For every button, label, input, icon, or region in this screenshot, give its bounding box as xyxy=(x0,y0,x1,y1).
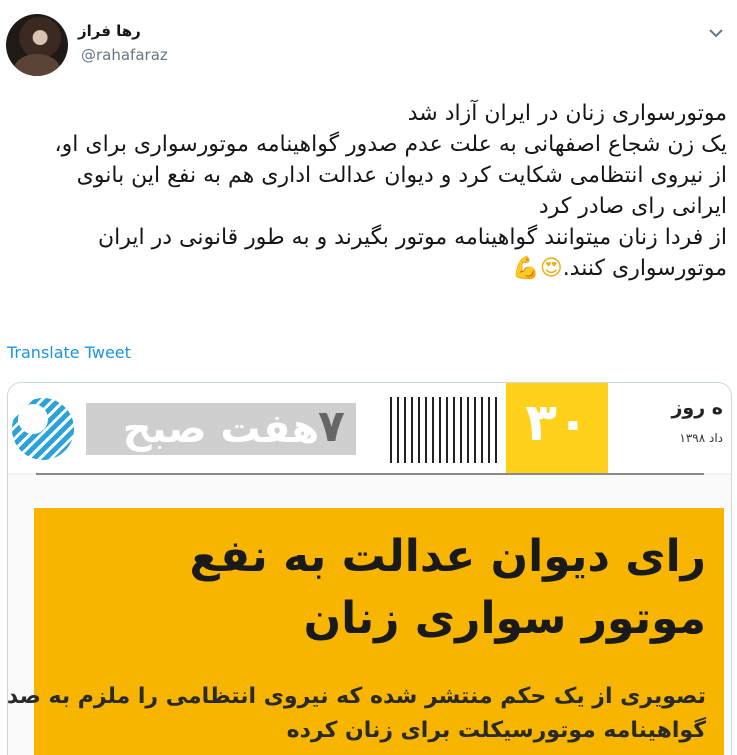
newspaper-logo-icon xyxy=(12,398,74,460)
newspaper-masthead: هفت صبح ۷ ۳۰ ه روز داد ۱۳۹۸ xyxy=(8,383,731,473)
headline-line: رای دیوان عدالت به نفع xyxy=(189,531,706,582)
newspaper-date: داد ۱۳۹۸ xyxy=(679,431,723,445)
tweet-text: موتورسواری زنان در ایران آزاد شد یک زن ش… xyxy=(7,98,727,284)
headline: رای دیوان عدالت به نفع موتور سواری زنان xyxy=(46,526,706,650)
newspaper-date-day: ه روز xyxy=(671,397,723,419)
subheadline-line: گواهینامه موتورسیکلت برای زنان کرده xyxy=(286,718,706,743)
masthead-yellow-number: ۳۰ xyxy=(525,393,589,453)
tweet-line: از نیروی انتظامی شکایت کرد و دیوان عدالت… xyxy=(76,163,727,188)
newspaper-number: ۷ xyxy=(318,401,345,452)
avatar-figure xyxy=(14,54,60,76)
headline-box: رای دیوان عدالت به نفع موتور سواری زنان … xyxy=(7,508,724,755)
tweet-line: ایرانی رای صادر کرد xyxy=(538,194,727,219)
avatar[interactable] xyxy=(6,14,68,76)
subheadline-line: تصویری از یک حکم منتشر شده که نیروی انتظ… xyxy=(7,684,706,709)
tweet-last-line: موتورسواری کنند.😍💪 xyxy=(7,253,727,284)
subheadline: تصویری از یک حکم منتشر شده که نیروی انتظ… xyxy=(7,680,706,748)
newspaper-name: هفت صبح xyxy=(86,403,356,455)
chevron-down-icon[interactable] xyxy=(705,22,727,44)
user-display-name[interactable]: رها فراز xyxy=(78,22,141,40)
user-handle[interactable]: @rahafaraz xyxy=(81,46,168,64)
tweet-line: یک زن شجاع اصفهانی به علت عدم صدور گواهی… xyxy=(54,132,727,157)
barcode-icon xyxy=(390,397,502,463)
tweet-line: از فردا زنان میتوانند گواهینامه موتور بگ… xyxy=(97,225,727,250)
translate-tweet-link[interactable]: Translate Tweet xyxy=(7,343,131,362)
headline-line: موتور سواری زنان xyxy=(303,593,706,644)
tweet-line: موتورسواری کنند. xyxy=(562,256,727,281)
tweet-line: موتورسواری زنان در ایران آزاد شد xyxy=(407,101,727,126)
flexed-biceps-emoji-icon: 💪 xyxy=(512,256,540,281)
tweet-image[interactable]: هفت صبح ۷ ۳۰ ه روز داد ۱۳۹۸ رای دیوان عد… xyxy=(7,382,732,755)
heart-eyes-emoji-icon: 😍 xyxy=(539,256,563,281)
